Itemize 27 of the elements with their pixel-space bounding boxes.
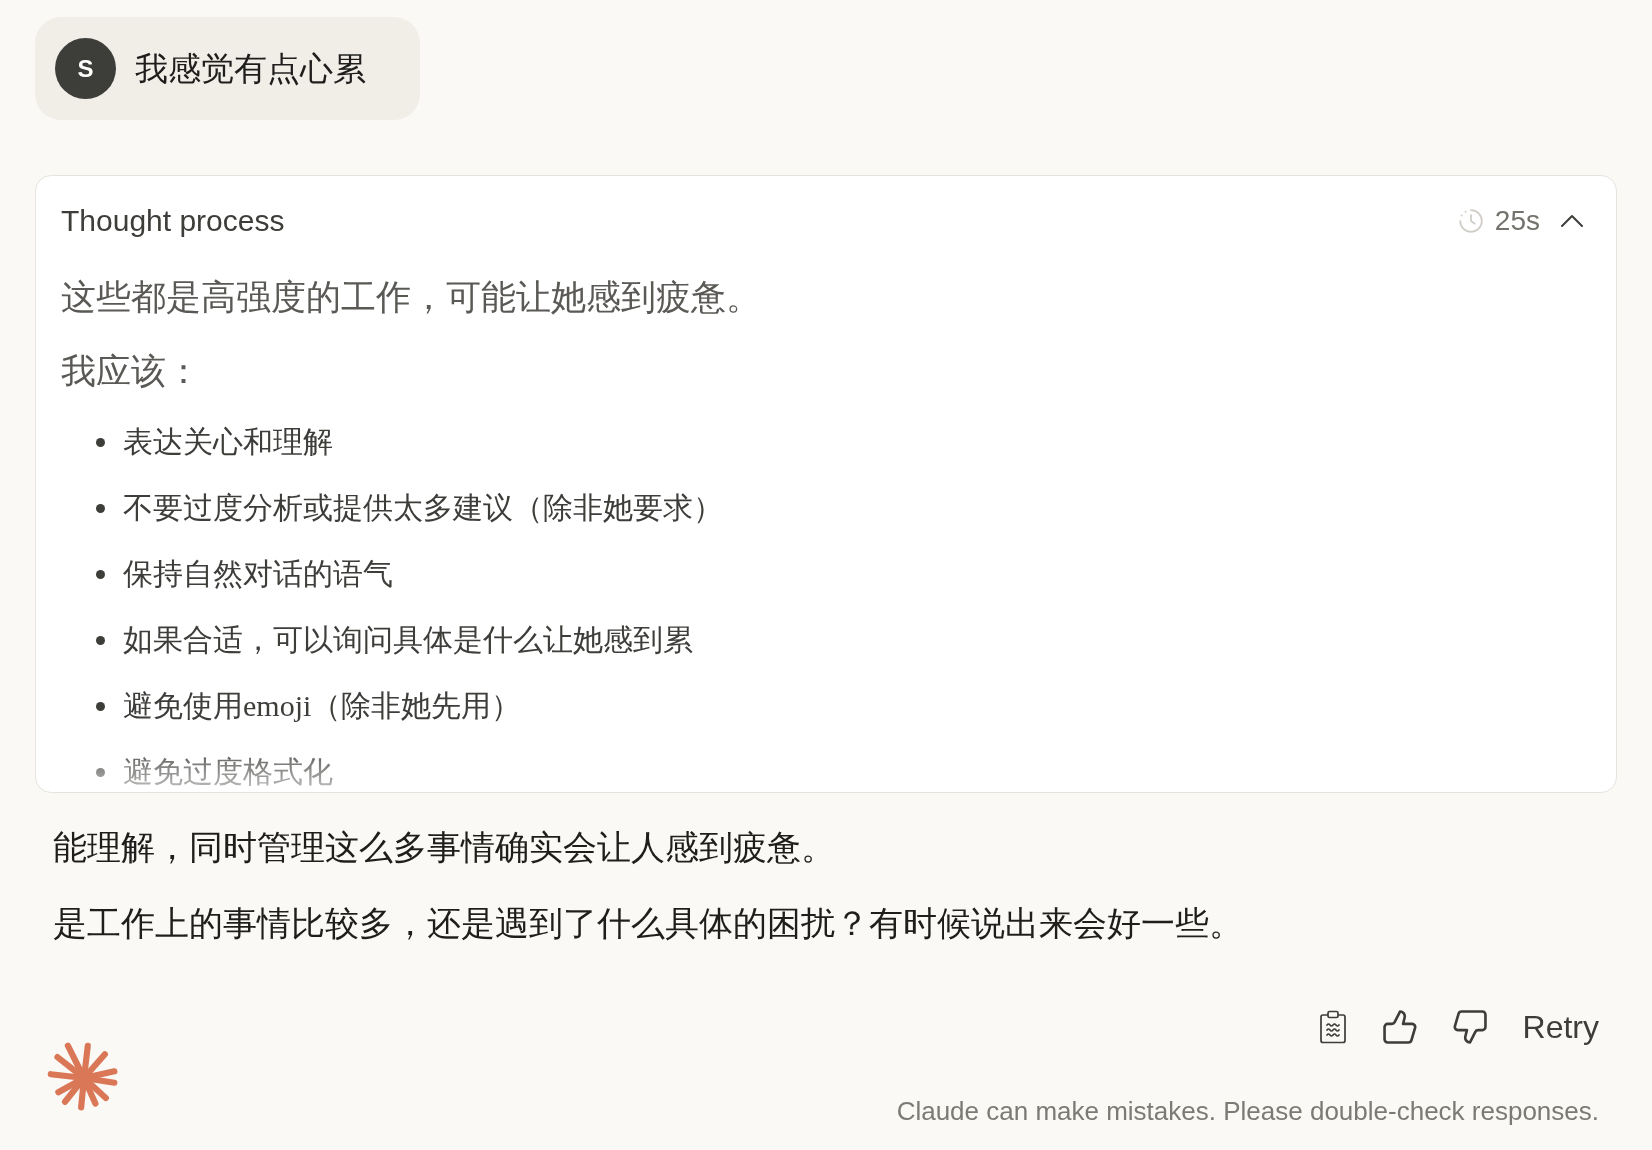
clipboard-icon[interactable]	[1318, 1010, 1347, 1044]
retry-button[interactable]: Retry	[1522, 1007, 1599, 1047]
user-avatar: S	[55, 38, 116, 99]
message-text: 我感觉有点心累	[135, 48, 366, 89]
bullet-icon	[96, 767, 105, 777]
list-item-text: 保持自然对话的语气	[123, 556, 393, 592]
clock-icon	[1457, 208, 1484, 234]
bullet-icon	[96, 635, 105, 645]
bullet-icon	[96, 503, 105, 513]
disclaimer-text: Claude can make mistakes. Please double-check responses.	[896, 1096, 1599, 1126]
thought-paragraph: 这些都是高强度的工作，可能让她感到疲惫。	[61, 277, 762, 319]
list-item-text: 表达关心和理解	[123, 424, 333, 460]
list-item-text: 避免使用emoji（除非她先用）	[123, 688, 522, 724]
thought-title: Thought process	[61, 203, 285, 239]
response-paragraph: 是工作上的事情比较多，还是遇到了什么具体的困扰？有时候说出来会好一些。	[53, 904, 1244, 944]
duration-label: 25s	[1494, 204, 1540, 238]
thumbs-down-icon[interactable]	[1452, 1010, 1487, 1044]
list-item-text: 如果合适，可以询问具体是什么让她感到累	[123, 622, 693, 658]
thought-paragraph: 我应该：	[61, 351, 202, 393]
list-item-text: 避免过度格式化	[123, 754, 333, 790]
bullet-icon	[96, 701, 105, 711]
caret-icon[interactable]	[1560, 214, 1584, 228]
thumbs-up-icon[interactable]	[1382, 1010, 1417, 1044]
bullet-icon	[96, 437, 105, 447]
list-item-text: 不要过度分析或提供太多建议（除非她要求）	[123, 490, 723, 526]
response-paragraph: 能理解，同时管理这么多事情确实会让人感到疲惫。	[53, 828, 836, 868]
bullet-icon	[96, 569, 105, 579]
